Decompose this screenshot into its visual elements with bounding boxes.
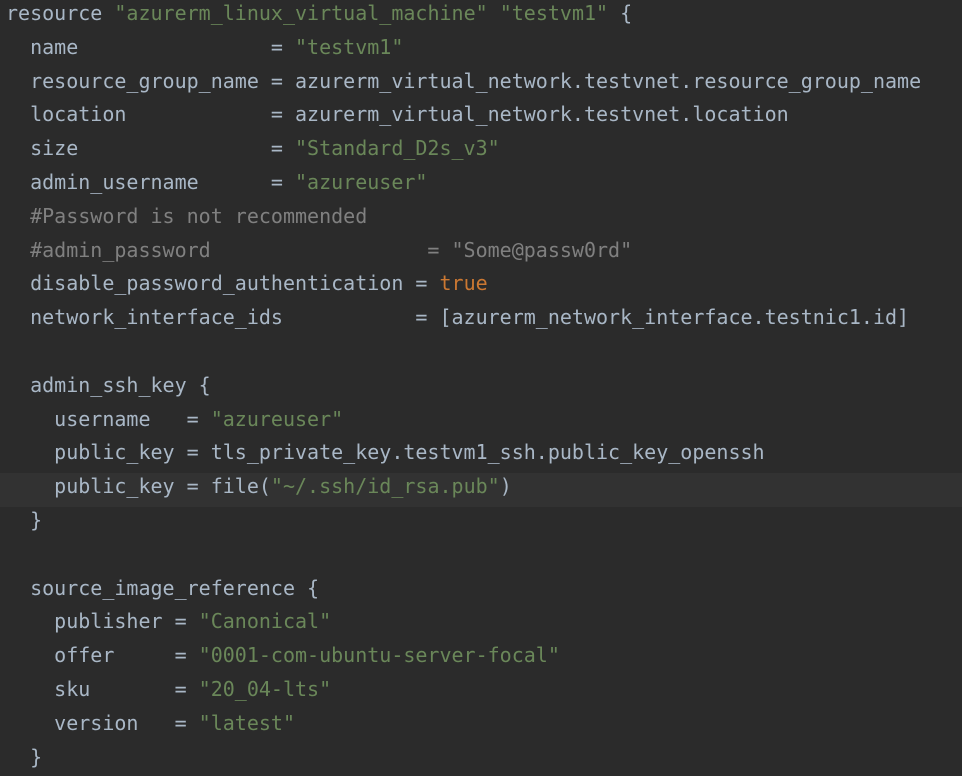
code-token-string: "Canonical" [198, 609, 332, 634]
code-token-string: "azurerm_linux_virtual_machine" [114, 1, 488, 25]
code-token-plain: admin_ssh_key { [6, 372, 211, 397]
code-line[interactable] [0, 541, 962, 575]
code-token-string: "Standard_D2s_v3" [294, 136, 500, 161]
code-token-comment: #Password is not recommended [6, 203, 368, 228]
code-line[interactable]: resource_group_name = azurerm_virtual_ne… [0, 68, 962, 102]
code-token-plain: location = azurerm_virtual_network.testv… [6, 102, 789, 127]
code-line[interactable]: public_key = file("~/.ssh/id_rsa.pub") [0, 473, 962, 507]
code-line[interactable]: username = "azureuser" [0, 406, 962, 440]
code-token-string: "latest" [198, 710, 295, 735]
code-line[interactable]: admin_username = "azureuser" [0, 169, 962, 203]
code-token-plain: source_image_reference { [6, 575, 320, 600]
code-token-plain: resource_group_name = azurerm_virtual_ne… [6, 68, 922, 93]
code-line[interactable]: admin_ssh_key { [0, 372, 962, 406]
code-token-plain: = [270, 34, 295, 59]
code-token-plain: } [6, 508, 43, 532]
code-line[interactable]: #Password is not recommended [0, 203, 962, 237]
code-line[interactable]: size = "Standard_D2s_v3" [0, 135, 962, 169]
code-token-plain: } [6, 744, 43, 769]
code-line[interactable]: resource "azurerm_linux_virtual_machine"… [0, 0, 962, 34]
code-token-plain: resource [6, 1, 115, 25]
code-token-plain: username = [6, 406, 211, 431]
code-token-plain: admin_username = [6, 170, 295, 194]
code-token-string: "azureuser" [294, 170, 428, 194]
code-line[interactable]: name = "testvm1" [0, 34, 962, 68]
code-line[interactable]: } [0, 744, 962, 776]
code-line[interactable]: publisher = "Canonical" [0, 608, 962, 642]
code-line[interactable]: #admin_password = "Some@passw0rd" [0, 237, 962, 271]
code-line[interactable]: offer = "0001-com-ubuntu-server-focal" [0, 642, 962, 676]
code-token-bool: true [439, 271, 488, 296]
code-token-string: "20_04-lts" [198, 677, 332, 701]
code-token-comment: #admin_password = "Some@passw0rd" [6, 237, 633, 262]
code-token-plain: offer = [6, 643, 199, 668]
code-line[interactable]: network_interface_ids = [azurerm_network… [0, 304, 962, 338]
code-line[interactable]: location = azurerm_virtual_network.testv… [0, 101, 962, 135]
code-token-plain: disable_password_authentication = [6, 271, 440, 296]
code-line[interactable]: sku = "20_04-lts" [0, 676, 962, 710]
code-token-string: "testvm1" [295, 34, 404, 59]
code-token-plain: network_interface_ids = [azurerm_network… [6, 305, 910, 330]
code-token-plain: version = [6, 710, 199, 735]
code-token-string: "azureuser" [210, 406, 344, 431]
code-token-string: "testvm1" [499, 1, 609, 25]
code-token-string: "0001-com-ubuntu-server-focal" [198, 643, 560, 668]
code-token-plain: size = [6, 136, 295, 161]
code-token-plain: name [6, 34, 271, 59]
code-line[interactable] [0, 338, 962, 372]
code-line[interactable]: version = "latest" [0, 710, 962, 744]
code-token-plain: { [608, 1, 633, 25]
code-line[interactable]: disable_password_authentication = true [0, 270, 962, 304]
code-token-string: "~/.ssh/id_rsa.pub" [270, 474, 500, 499]
code-token-plain: sku = [6, 677, 199, 701]
code-editor[interactable]: resource "azurerm_linux_virtual_machine"… [0, 0, 962, 776]
code-line[interactable]: source_image_reference { [0, 575, 962, 609]
code-line[interactable]: public_key = tls_private_key.testvm1_ssh… [0, 439, 962, 473]
code-token-plain: publisher = [6, 609, 199, 634]
code-token-plain: public_key = file( [6, 474, 271, 499]
code-line[interactable]: } [0, 507, 962, 541]
code-token-plain: ) [499, 474, 512, 499]
code-token-plain: public_key = tls_private_key.testvm1_ssh… [6, 440, 765, 465]
